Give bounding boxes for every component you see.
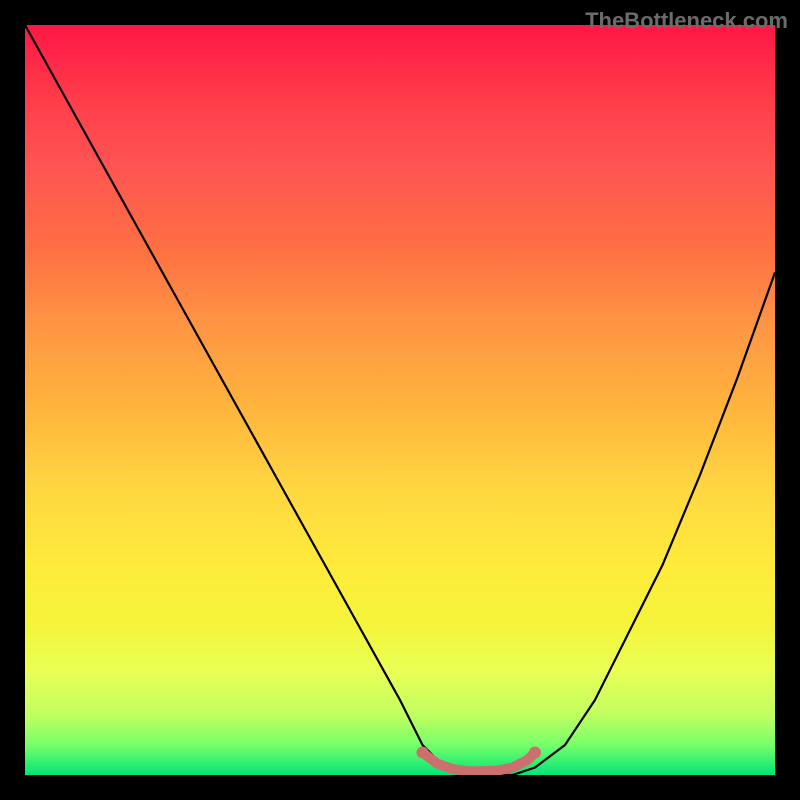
optimal-marker-dots [417,747,542,759]
optimal-marker-endpoint [529,747,541,759]
optimal-marker-path [423,753,536,772]
chart-container: TheBottleneck.com [0,0,800,800]
watermark-text: TheBottleneck.com [585,8,788,34]
plot-area [25,25,775,775]
bottleneck-curve-path [25,25,775,775]
optimal-marker-endpoint [417,747,429,759]
curve-svg [25,25,775,775]
